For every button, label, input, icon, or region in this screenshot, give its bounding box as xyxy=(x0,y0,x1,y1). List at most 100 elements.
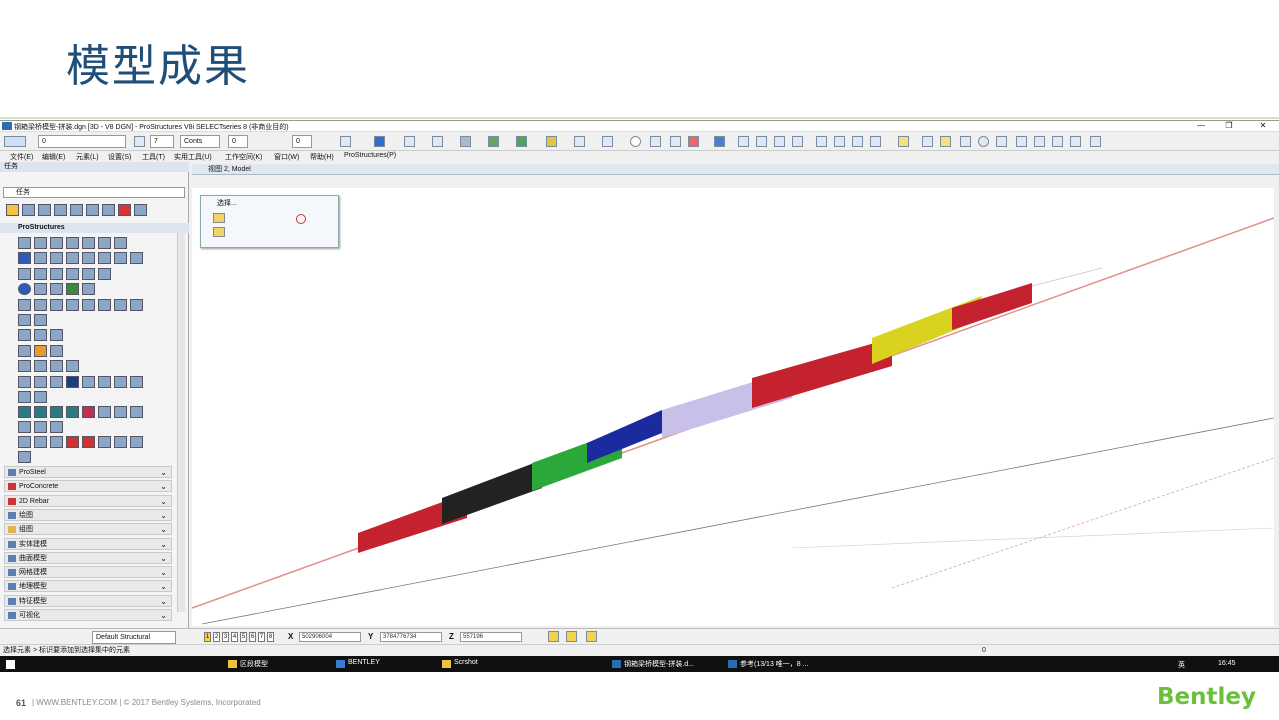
fit-icon[interactable] xyxy=(574,136,585,147)
taskbar-item-section-model[interactable]: 区段模型 xyxy=(228,659,268,669)
sphere-icon[interactable] xyxy=(460,136,471,147)
grid-icon[interactable] xyxy=(650,136,661,147)
section-feature[interactable]: 特征模型 ⌄ xyxy=(4,595,172,607)
select-mode-icon[interactable] xyxy=(213,213,225,223)
view-2-button[interactable]: 2 xyxy=(213,632,220,642)
menu-tools[interactable]: 工具(T) xyxy=(142,152,165,162)
menu-edit[interactable]: 编辑(E) xyxy=(42,152,65,162)
section-solid-modeling[interactable]: 实体建模 ⌄ xyxy=(4,538,172,550)
view-6-button[interactable]: 6 xyxy=(249,632,256,642)
section-drawing[interactable]: 绘图 ⌄ xyxy=(4,509,172,521)
menu-workspace[interactable]: 工作空间(K) xyxy=(225,152,262,162)
menu-element[interactable]: 元素(L) xyxy=(76,152,99,162)
point-icon[interactable] xyxy=(940,136,951,147)
bounds-icon[interactable] xyxy=(1090,136,1101,147)
priority-icon[interactable] xyxy=(340,136,351,147)
delete-icon[interactable] xyxy=(118,204,131,216)
task-scrollbar[interactable] xyxy=(177,232,185,612)
menu-prostructures[interactable]: ProStructures(P) xyxy=(344,152,396,159)
close-button[interactable]: ✕ xyxy=(1252,121,1274,131)
level-combo[interactable]: 0 xyxy=(38,135,126,148)
layers-icon[interactable] xyxy=(546,136,557,147)
menu-settings[interactable]: 设置(S) xyxy=(108,152,131,162)
weight-combo[interactable]: 7 xyxy=(150,135,174,148)
section-visualization[interactable]: 可视化 ⌄ xyxy=(4,609,172,621)
snap-icon[interactable] xyxy=(898,136,909,147)
line-icon[interactable] xyxy=(922,136,933,147)
section-2d-rebar[interactable]: 2D Rebar ⌄ xyxy=(4,495,172,507)
snap-mode-icon[interactable] xyxy=(548,631,559,642)
model-viewport[interactable] xyxy=(192,188,1274,626)
perp-icon[interactable] xyxy=(1070,136,1081,147)
solid-icon[interactable] xyxy=(816,136,827,147)
info-icon[interactable] xyxy=(630,136,641,147)
cross-icon[interactable] xyxy=(1034,136,1045,147)
transparency-combo[interactable]: 0 xyxy=(292,135,312,148)
x-coordinate[interactable]: 502906004 xyxy=(299,632,361,642)
pen-icon[interactable] xyxy=(602,136,613,147)
view-1-button[interactable]: 1 xyxy=(204,632,211,642)
copy-icon[interactable] xyxy=(54,204,67,216)
menu-utilities[interactable]: 实用工具(U) xyxy=(174,152,212,162)
table-icon[interactable] xyxy=(670,136,681,147)
view-3-button[interactable]: 3 xyxy=(222,632,229,642)
cube3-icon[interactable] xyxy=(774,136,785,147)
stop-icon[interactable] xyxy=(688,136,699,147)
snap-mode2-icon[interactable] xyxy=(566,631,577,642)
curve-icon[interactable] xyxy=(1016,136,1027,147)
cube-icon[interactable] xyxy=(738,136,749,147)
y-coordinate[interactable]: 3784776734 xyxy=(380,632,442,642)
cube4-icon[interactable] xyxy=(792,136,803,147)
paint-icon[interactable] xyxy=(70,204,83,216)
arc-icon[interactable] xyxy=(1052,136,1063,147)
view-7-button[interactable]: 7 xyxy=(258,632,265,642)
view-5-button[interactable]: 5 xyxy=(240,632,247,642)
section-surface[interactable]: 曲面模型 ⌄ xyxy=(4,552,172,564)
section-mesh[interactable]: 网格建模 ⌄ xyxy=(4,566,172,578)
taskbar-item-scrshot[interactable]: Scrshot xyxy=(442,659,478,668)
clear-icon[interactable] xyxy=(296,214,306,224)
style-combo[interactable]: Conts xyxy=(180,135,220,148)
select-add-icon[interactable] xyxy=(213,227,225,237)
fence-icon[interactable] xyxy=(22,204,35,216)
reference-icon[interactable] xyxy=(404,136,415,147)
windows-start-icon[interactable] xyxy=(6,660,15,669)
section-group[interactable]: 组图 ⌄ xyxy=(4,523,172,535)
view-4-button[interactable]: 4 xyxy=(231,632,238,642)
color-icon[interactable] xyxy=(134,136,145,147)
solid4-icon[interactable] xyxy=(870,136,881,147)
maximize-button[interactable]: ❐ xyxy=(1218,121,1240,131)
display-icon[interactable] xyxy=(488,136,499,147)
menu-file[interactable]: 文件(E) xyxy=(10,152,33,162)
refresh-icon[interactable] xyxy=(714,136,725,147)
section-proconcrete[interactable]: ProConcrete ⌄ xyxy=(4,480,172,492)
taskbar-item-reference[interactable]: 参考(13/13 唯一，8 ... xyxy=(728,659,808,669)
task-combo[interactable]: 任务 xyxy=(3,187,185,198)
prostructures-group[interactable]: ProStructures xyxy=(0,223,189,233)
z-coordinate[interactable]: 557196 xyxy=(460,632,522,642)
scale-icon[interactable] xyxy=(86,204,99,216)
measure-icon[interactable] xyxy=(134,204,147,216)
solid3-icon[interactable] xyxy=(852,136,863,147)
slash-icon[interactable] xyxy=(960,136,971,147)
cube2-icon[interactable] xyxy=(756,136,767,147)
select-tool-icon[interactable] xyxy=(6,204,19,216)
minimize-button[interactable]: — xyxy=(1190,121,1212,131)
circle-icon[interactable] xyxy=(978,136,989,147)
move-icon[interactable] xyxy=(38,204,51,216)
ime-indicator[interactable]: 英 xyxy=(1178,660,1185,670)
raster-icon[interactable] xyxy=(432,136,443,147)
solid2-icon[interactable] xyxy=(834,136,845,147)
taskbar-item-model-file[interactable]: 钢箱梁桥模型-拼装.d... xyxy=(612,659,694,669)
view-icon[interactable] xyxy=(374,136,385,147)
star-icon[interactable] xyxy=(996,136,1007,147)
taskbar-item-bentley[interactable]: BENTLEY xyxy=(336,659,380,668)
view-8-button[interactable]: 8 xyxy=(267,632,274,642)
clock[interactable]: 16:45 xyxy=(1218,660,1236,667)
default-level-combo[interactable]: Default Structural xyxy=(92,631,176,644)
active-level-icon[interactable] xyxy=(4,136,26,147)
section-prosteel[interactable]: ProSteel ⌄ xyxy=(4,466,172,478)
rotate-icon[interactable] xyxy=(102,204,115,216)
section-terrain[interactable]: 地理模型 ⌄ xyxy=(4,580,172,592)
render-icon[interactable] xyxy=(516,136,527,147)
